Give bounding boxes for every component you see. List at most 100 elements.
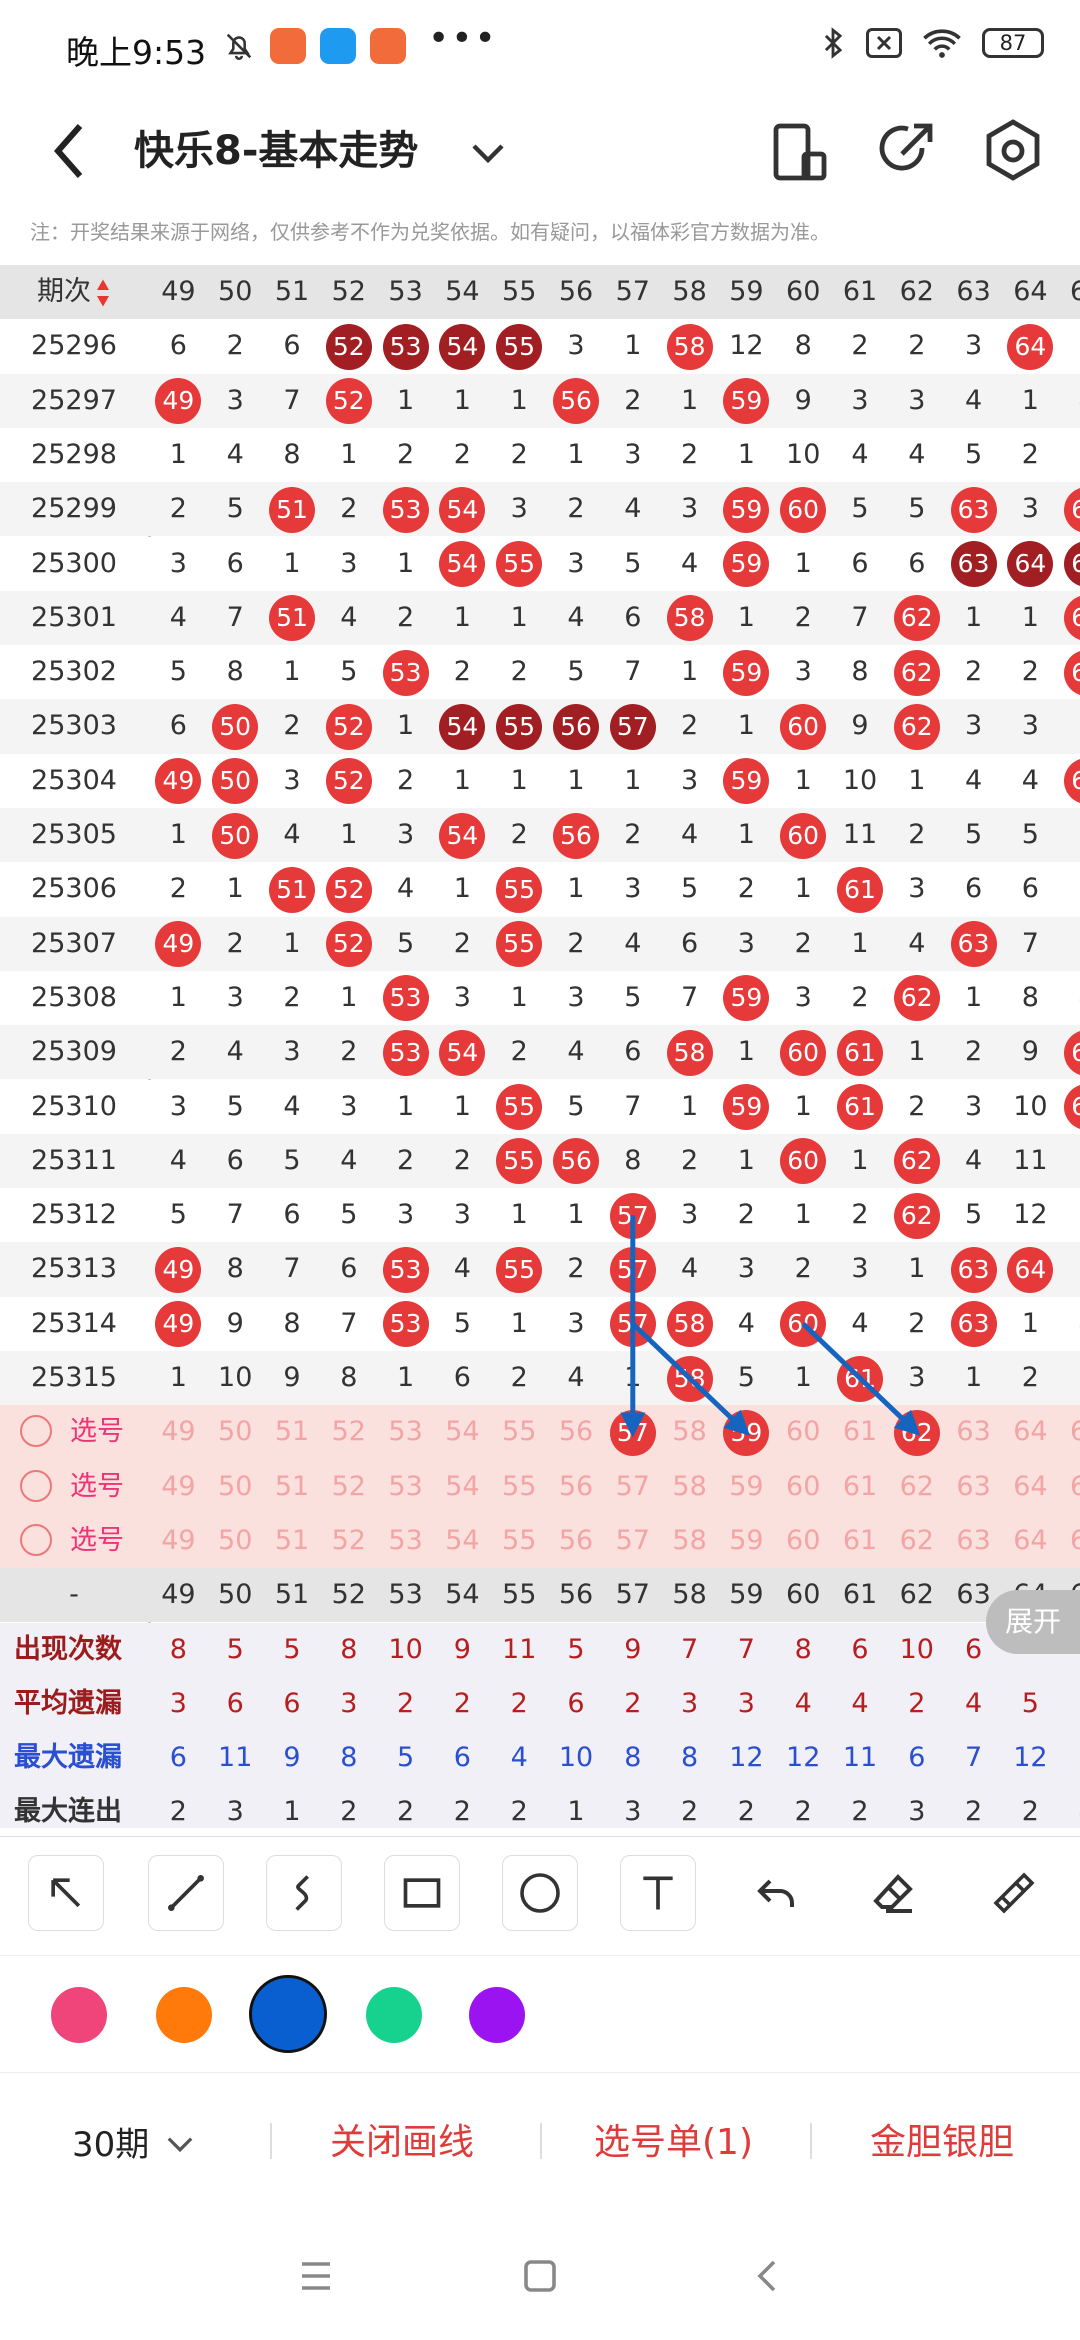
undo-tool[interactable] (738, 1855, 814, 1931)
drawn-number-ball: 51 (268, 866, 315, 913)
settings-icon[interactable] (978, 116, 1048, 186)
pick-cell[interactable]: 65 (1059, 1460, 1080, 1514)
period-column-header[interactable]: 期次 (0, 265, 148, 319)
stats-value: 6 (1059, 1731, 1080, 1785)
color-swatch-purple[interactable] (469, 1987, 525, 2043)
curve-tool[interactable] (266, 1855, 342, 1931)
miss-count-cell: 4 (453, 1253, 471, 1285)
pick-cell[interactable]: 64 (1002, 1405, 1059, 1459)
pick-cell[interactable]: 58 (661, 1460, 718, 1514)
selected-pick-ball[interactable]: 62 (893, 1409, 940, 1456)
close-lines-button[interactable]: 关闭画线 (330, 2113, 474, 2165)
pick-cell[interactable]: 60 (775, 1460, 832, 1514)
pick-cell[interactable]: 60 (775, 1405, 832, 1459)
screen-rotate-icon[interactable] (764, 116, 834, 186)
chevron-down-icon[interactable] (164, 2131, 196, 2159)
pick-row-radio[interactable] (20, 1523, 52, 1556)
pick-cell[interactable]: 65 (1059, 1514, 1080, 1568)
chevron-down-icon[interactable] (468, 132, 508, 172)
pick-cell[interactable]: 55 (491, 1460, 548, 1514)
pick-cell[interactable]: 53 (377, 1405, 434, 1459)
pick-cell[interactable]: 53 (377, 1460, 434, 1514)
pick-cell[interactable]: 51 (264, 1514, 321, 1568)
pick-cell[interactable]: 54 (434, 1460, 491, 1514)
pick-cell[interactable]: 61 (832, 1405, 889, 1459)
pick-cell[interactable]: 56 (548, 1514, 605, 1568)
pick-cell[interactable]: 52 (320, 1460, 377, 1514)
miss-count-cell: 1 (226, 873, 244, 905)
pick-cell[interactable]: 64 (1002, 1514, 1059, 1568)
pick-cell[interactable]: 49 (150, 1460, 207, 1514)
drawn-number-ball: 53 (382, 323, 429, 370)
pick-cell[interactable]: 54 (434, 1514, 491, 1568)
pick-cell[interactable]: 58 (661, 1405, 718, 1459)
period-selector[interactable]: 30期 (72, 2117, 149, 2166)
period-number: 25312 (31, 1199, 117, 1231)
pick-cell[interactable]: 57 (604, 1405, 661, 1459)
eraser-tool[interactable] (856, 1855, 932, 1931)
select-arrow-tool[interactable] (28, 1855, 104, 1931)
rectangle-tool[interactable] (384, 1855, 460, 1931)
pick-cell[interactable]: 63 (945, 1405, 1002, 1459)
expand-button[interactable]: 展开 (986, 1590, 1080, 1654)
miss-count-cell: 1 (1021, 384, 1039, 416)
stats-value: 3 (624, 1796, 642, 1828)
pick-cell[interactable]: 60 (775, 1514, 832, 1568)
pick-cell[interactable]: 51 (264, 1460, 321, 1514)
pick-cell[interactable]: 53 (377, 1514, 434, 1568)
stats-value: 5 (226, 1633, 244, 1665)
color-swatch-green[interactable] (366, 1987, 422, 2043)
pick-cell[interactable]: 49 (150, 1405, 207, 1459)
pick-cell[interactable]: 57 (604, 1460, 661, 1514)
pick-cell[interactable]: 49 (150, 1514, 207, 1568)
pick-cell[interactable]: 59 (718, 1460, 775, 1514)
pick-cell[interactable]: 54 (434, 1405, 491, 1459)
pick-cell[interactable]: 56 (548, 1405, 605, 1459)
line-tool[interactable] (148, 1855, 224, 1931)
pick-cell[interactable]: 62 (888, 1405, 945, 1459)
selected-pick-ball[interactable]: 59 (723, 1409, 770, 1456)
pick-list-button[interactable]: 选号单(1) (594, 2113, 753, 2165)
pick-cell[interactable]: 50 (207, 1460, 264, 1514)
pick-cell[interactable]: 50 (207, 1514, 264, 1568)
back-button[interactable] (40, 114, 100, 188)
pick-cell[interactable]: 58 (661, 1514, 718, 1568)
drawn-number-ball: 63 (950, 541, 997, 587)
trend-grid[interactable]: 期次49505152535455565758596061626364652529… (0, 265, 1080, 1828)
pick-cell[interactable]: 63 (945, 1460, 1002, 1514)
pick-cell[interactable]: 55 (491, 1514, 548, 1568)
pick-cell[interactable]: 50 (207, 1405, 264, 1459)
home-nav-icon[interactable] (520, 2256, 560, 2296)
circle-tool[interactable] (502, 1855, 578, 1931)
selected-pick-ball[interactable]: 57 (609, 1409, 656, 1456)
pick-cell[interactable]: 55 (491, 1405, 548, 1459)
color-swatch-blue-selected[interactable] (249, 1975, 327, 2053)
share-icon[interactable] (870, 116, 940, 186)
stats-value: 2 (453, 1796, 471, 1828)
pick-cell[interactable]: 51 (264, 1405, 321, 1459)
clear-tool[interactable] (976, 1855, 1052, 1931)
pick-cell[interactable]: 52 (320, 1405, 377, 1459)
gold-silver-button[interactable]: 金胆银胆 (870, 2113, 1014, 2165)
page-title[interactable]: 快乐8-基本走势 (134, 114, 418, 188)
color-swatch-pink[interactable] (51, 1987, 107, 2043)
pick-cell[interactable]: 61 (832, 1460, 889, 1514)
pick-cell[interactable]: 56 (548, 1460, 605, 1514)
menu-nav-icon[interactable] (296, 2256, 336, 2296)
pick-cell[interactable]: 62 (888, 1460, 945, 1514)
pick-cell[interactable]: 57 (604, 1514, 661, 1568)
pick-row-radio[interactable] (20, 1469, 52, 1502)
text-tool[interactable] (620, 1855, 696, 1931)
pick-cell[interactable]: 61 (832, 1514, 889, 1568)
pick-cell[interactable]: 63 (945, 1514, 1002, 1568)
color-swatch-orange[interactable] (156, 1987, 212, 2043)
pick-cell[interactable]: 62 (888, 1514, 945, 1568)
pick-row-radio[interactable] (20, 1415, 52, 1448)
pick-cell[interactable]: 59 (718, 1514, 775, 1568)
pick-cell[interactable]: 59 (718, 1405, 775, 1459)
pick-cell[interactable]: 52 (320, 1514, 377, 1568)
pick-cell[interactable]: 64 (1002, 1460, 1059, 1514)
back-nav-icon[interactable] (748, 2256, 788, 2296)
pick-cell[interactable]: 65 (1059, 1405, 1080, 1459)
miss-count-cell: 2 (283, 710, 301, 742)
